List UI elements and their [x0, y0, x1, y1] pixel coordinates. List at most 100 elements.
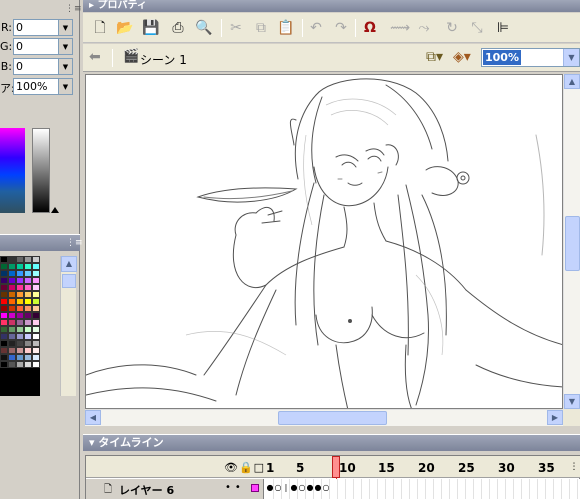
redo-icon[interactable]: ↷ — [330, 18, 352, 38]
color-swatch[interactable] — [0, 263, 8, 270]
timeline-panel-header[interactable]: ▾ タイムライン — [83, 434, 580, 451]
color-swatch[interactable] — [24, 347, 32, 354]
color-swatch[interactable] — [0, 284, 8, 291]
color-swatch[interactable] — [24, 298, 32, 305]
save-icon[interactable]: 💾 — [140, 18, 162, 38]
frame-ruler[interactable]: 1 5 10 15 20 25 30 35 — [264, 456, 564, 478]
color-swatch[interactable] — [16, 326, 24, 333]
timeline-options-icon[interactable]: ⋮ — [567, 456, 580, 478]
swatch-grid[interactable] — [0, 256, 40, 396]
alpha-dropdown-icon[interactable]: ▼ — [59, 78, 73, 95]
color-swatch[interactable] — [24, 270, 32, 277]
swatches-panel-header[interactable]: ⋮≡ — [0, 234, 83, 251]
color-swatch[interactable] — [16, 340, 24, 347]
color-swatch[interactable] — [16, 347, 24, 354]
color-swatch[interactable] — [16, 284, 24, 291]
green-dropdown-icon[interactable]: ▼ — [59, 38, 73, 55]
color-swatch[interactable] — [32, 319, 40, 326]
keyframe-icon[interactable]: ○ — [322, 483, 330, 492]
color-swatch[interactable] — [32, 256, 40, 263]
scroll-down-icon[interactable]: ▼ — [564, 394, 580, 409]
color-swatch[interactable] — [0, 305, 8, 312]
playhead[interactable] — [332, 456, 340, 478]
color-swatch[interactable] — [16, 270, 24, 277]
layer-state-dots[interactable]: •• — [225, 482, 245, 493]
keyframe-icon[interactable]: ○ — [274, 483, 282, 492]
color-swatch[interactable] — [0, 298, 8, 305]
swatch-scroll-thumb[interactable] — [62, 274, 76, 288]
color-swatch[interactable] — [8, 263, 16, 270]
stage-canvas[interactable] — [85, 74, 563, 409]
color-spectrum[interactable] — [0, 128, 25, 213]
color-swatch[interactable] — [8, 277, 16, 284]
color-swatch[interactable] — [24, 326, 32, 333]
color-swatch[interactable] — [32, 263, 40, 270]
color-swatch[interactable] — [32, 340, 40, 347]
scroll-up-icon[interactable]: ▲ — [564, 74, 580, 89]
swatch-scrollbar[interactable]: ▲ — [60, 256, 77, 396]
color-swatch[interactable] — [8, 354, 16, 361]
color-swatch[interactable] — [24, 361, 32, 368]
color-swatch[interactable] — [32, 347, 40, 354]
red-dropdown-icon[interactable]: ▼ — [59, 19, 73, 36]
undo-icon[interactable]: ↶ — [305, 18, 327, 38]
color-swatch[interactable] — [32, 277, 40, 284]
snap-magnet-icon[interactable]: Ω — [359, 18, 381, 38]
color-swatch[interactable] — [24, 340, 32, 347]
color-swatch[interactable] — [24, 312, 32, 319]
color-swatch[interactable] — [24, 305, 32, 312]
color-swatch[interactable] — [24, 333, 32, 340]
color-swatch[interactable] — [16, 354, 24, 361]
color-swatch[interactable] — [16, 298, 24, 305]
color-swatch[interactable] — [8, 270, 16, 277]
color-swatch[interactable] — [16, 291, 24, 298]
color-swatch[interactable] — [8, 305, 16, 312]
color-swatch[interactable] — [24, 263, 32, 270]
straighten-icon[interactable]: ⤳ — [413, 18, 435, 38]
color-swatch[interactable] — [32, 298, 40, 305]
color-swatch[interactable] — [16, 361, 24, 368]
color-swatch[interactable] — [24, 319, 32, 326]
color-swatch[interactable] — [16, 312, 24, 319]
color-swatch[interactable] — [0, 340, 8, 347]
smooth-icon[interactable]: ⟿ — [389, 18, 411, 38]
blue-field[interactable]: 0 — [13, 58, 59, 75]
color-swatch[interactable] — [32, 354, 40, 361]
stage-horizontal-scrollbar[interactable]: ◀ ▶ — [85, 409, 563, 426]
layer-name-cell[interactable]: 🗋 レイヤー 6 •• — [86, 479, 264, 499]
color-swatch[interactable] — [0, 291, 8, 298]
scale-icon[interactable]: ⤡ — [466, 18, 488, 38]
copy-icon[interactable]: ⧉ — [250, 18, 272, 38]
color-swatch[interactable] — [16, 263, 24, 270]
color-swatch[interactable] — [32, 361, 40, 368]
print-icon[interactable]: ⎙ — [167, 18, 189, 38]
stage-vertical-scrollbar[interactable]: ▲ ▼ — [563, 74, 580, 409]
zoom-value[interactable]: 100% — [483, 50, 521, 65]
color-swatch[interactable] — [0, 256, 8, 263]
color-swatch[interactable] — [8, 256, 16, 263]
color-swatch[interactable] — [32, 326, 40, 333]
red-field[interactable]: 0 — [13, 19, 59, 36]
paste-icon[interactable]: 📋 — [275, 18, 297, 38]
color-swatch[interactable] — [16, 277, 24, 284]
open-folder-icon[interactable]: 📂 — [114, 18, 136, 38]
color-swatch[interactable] — [8, 326, 16, 333]
color-swatch[interactable] — [16, 319, 24, 326]
color-swatch[interactable] — [32, 291, 40, 298]
color-swatch[interactable] — [24, 256, 32, 263]
vertical-scroll-thumb[interactable] — [565, 216, 580, 271]
color-swatch[interactable] — [8, 340, 16, 347]
color-swatch[interactable] — [32, 312, 40, 319]
color-swatch[interactable] — [32, 333, 40, 340]
color-swatch[interactable] — [0, 347, 8, 354]
color-swatch[interactable] — [0, 270, 8, 277]
rotate-icon[interactable]: ↻ — [441, 18, 463, 38]
color-swatch[interactable] — [8, 347, 16, 354]
scroll-left-icon[interactable]: ◀ — [85, 410, 101, 425]
panel-grip-icon[interactable]: ⋮≡ — [65, 4, 82, 14]
color-swatch[interactable] — [8, 298, 16, 305]
edit-symbols-icon[interactable]: ⧉▾ — [426, 49, 443, 65]
alpha-field[interactable]: 100% — [13, 78, 59, 95]
swatch-grip-icon[interactable]: ⋮≡ — [66, 238, 83, 248]
color-swatch[interactable] — [16, 333, 24, 340]
